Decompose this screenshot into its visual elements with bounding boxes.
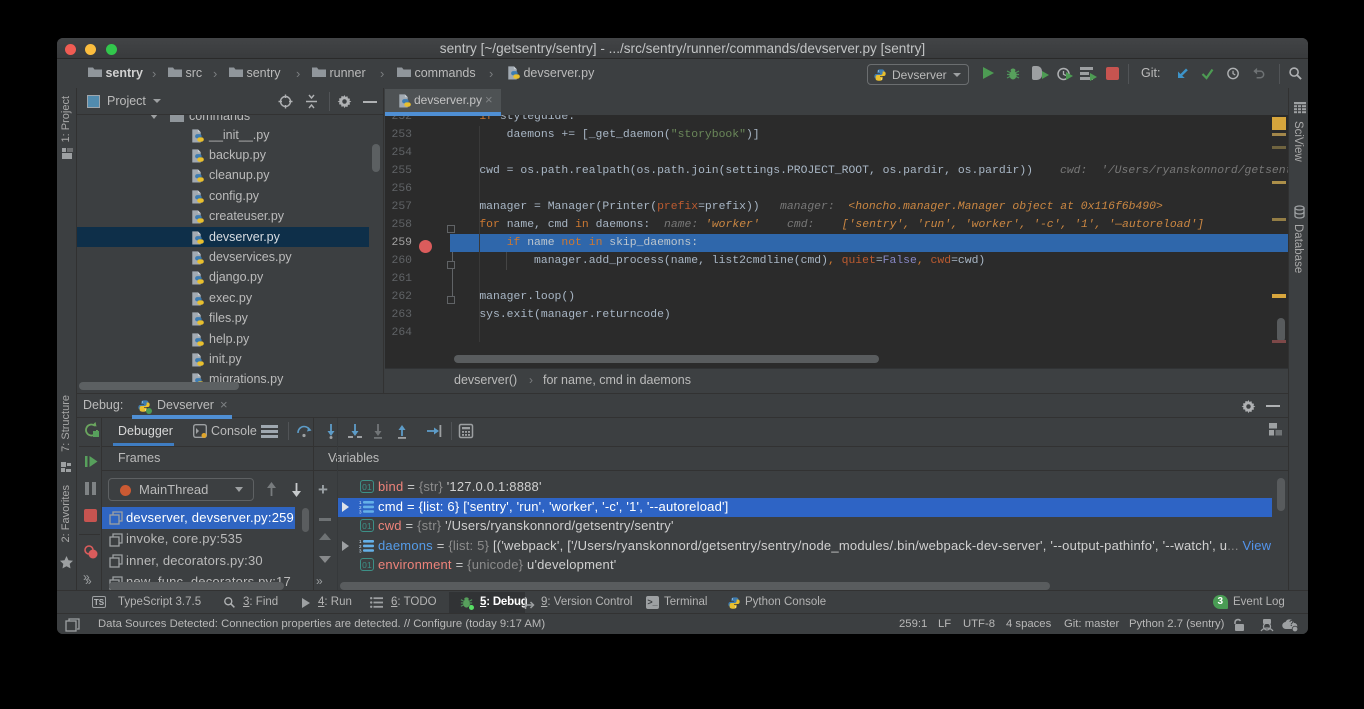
svg-text:3: 3 xyxy=(359,548,362,553)
svg-text:3: 3 xyxy=(359,509,362,514)
